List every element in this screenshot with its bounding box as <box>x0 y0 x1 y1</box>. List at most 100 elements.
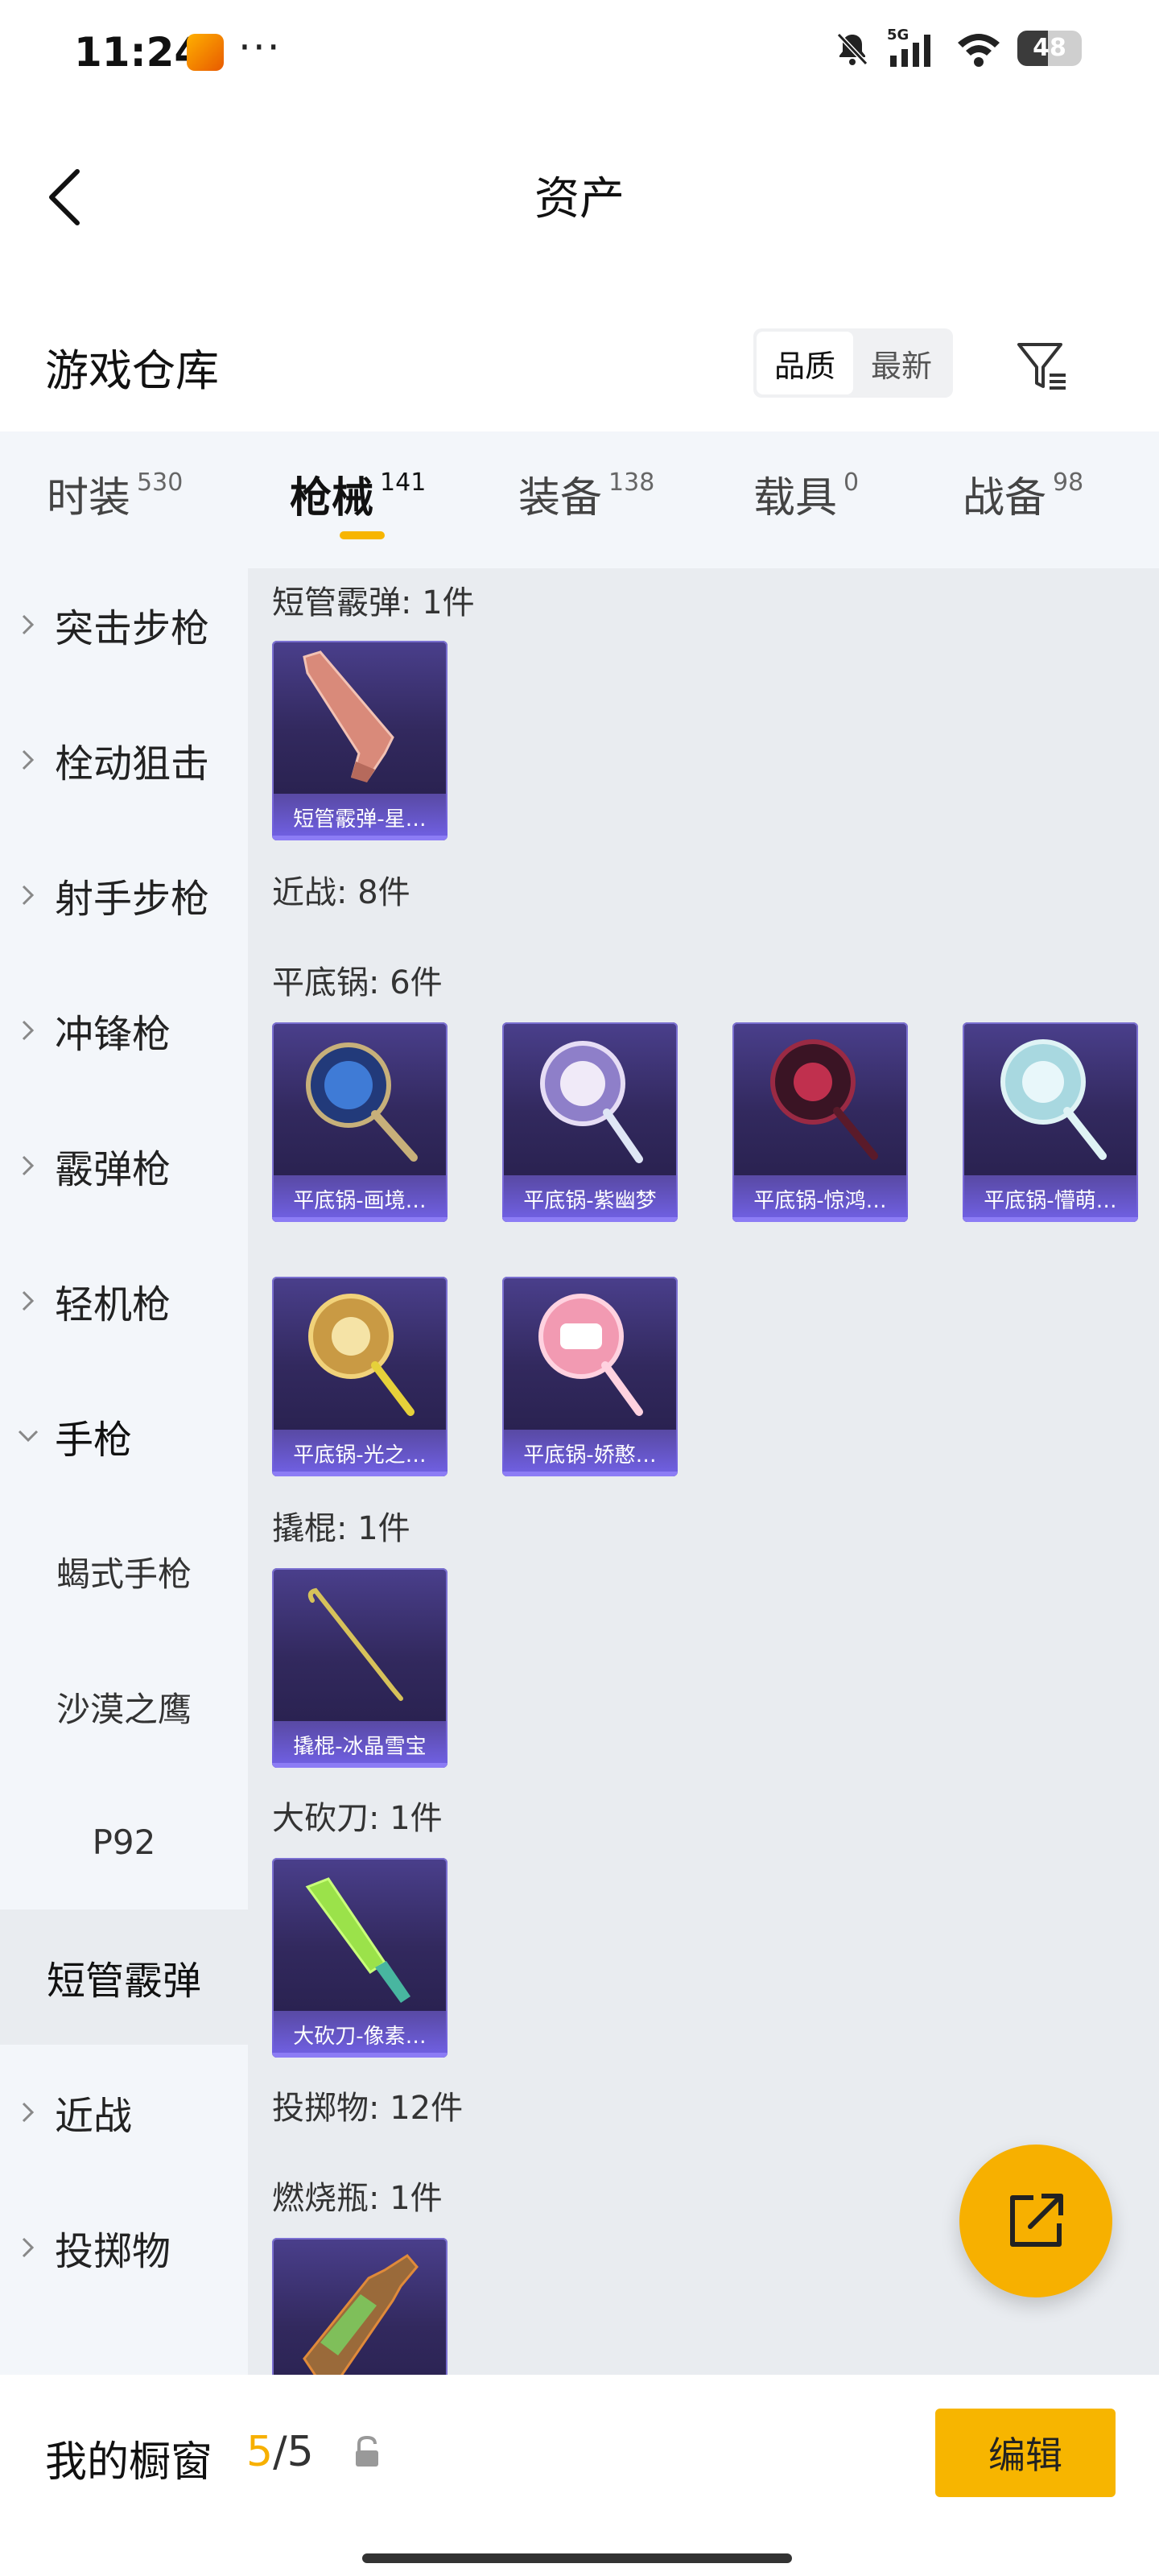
showcase-count: 5/5 <box>246 2428 314 2476</box>
chevron-right-icon <box>0 1018 56 1042</box>
tab-label: 装备 <box>518 474 603 522</box>
showcase-current: 5 <box>246 2428 274 2476</box>
section-label: 撬棍: 1件 <box>272 1510 410 1547</box>
wifi-icon <box>955 29 1003 68</box>
sidebar-item-p92[interactable]: P92 <box>0 1774 248 1909</box>
item-card[interactable]: 平底锅-懵萌… <box>963 1022 1138 1222</box>
tab-equipment[interactable]: 装备 138 <box>518 464 654 524</box>
battery-level: 48 <box>1033 34 1066 62</box>
item-card[interactable]: 撬棍-冰晶雪宝 <box>272 1568 448 1768</box>
tab-combat-gear[interactable]: 战备 98 <box>963 464 1083 524</box>
active-tab-indicator <box>340 531 385 539</box>
sidebar-item-sawed-off[interactable]: 短管霰弹 <box>0 1909 248 2045</box>
sidebar-item-desert-eagle[interactable]: 沙漠之鹰 <box>0 1639 248 1774</box>
tab-label: 战备 <box>963 474 1047 522</box>
item-name: 大砍刀-像素… <box>293 2025 427 2049</box>
weapon-category-sidebar: 突击步枪 栓动狙击 射手步枪 冲锋枪 霰弹枪 轻机枪 手枪 蝎式手枪 沙漠之鹰 … <box>0 568 248 2375</box>
status-time: 11:24 <box>74 29 203 76</box>
frying-pan-icon <box>770 1039 878 1160</box>
sidebar-item-pistol[interactable]: 手枪 <box>0 1368 248 1504</box>
frying-pan-icon <box>1000 1039 1107 1160</box>
sidebar-item-label: 轻机枪 <box>55 1282 171 1327</box>
item-card[interactable]: 大砍刀-像素… <box>272 1858 448 2058</box>
nav-bar: 资产 <box>0 105 1159 274</box>
machete-icon <box>305 1877 410 2003</box>
item-name: 平底锅-懵萌… <box>984 1189 1117 1213</box>
tab-count: 0 <box>843 469 860 497</box>
item-name: 平底锅-紫幽梦 <box>523 1189 657 1213</box>
chevron-right-icon <box>0 1154 56 1178</box>
section-label: 大砍刀: 1件 <box>272 1800 443 1837</box>
item-name: 撬棍-冰晶雪宝 <box>293 1735 427 1759</box>
battery-icon: 48 <box>1017 31 1082 66</box>
more-notifications-icon: ··· <box>238 24 282 71</box>
item-name: 平底锅-光之… <box>293 1443 427 1468</box>
shotgun-icon <box>303 650 394 782</box>
tab-label: 枪械 <box>290 474 374 522</box>
section-label: 短管霰弹: 1件 <box>272 584 475 621</box>
share-button[interactable] <box>959 2145 1112 2297</box>
sidebar-item-shotgun[interactable]: 霰弹枪 <box>0 1098 248 1233</box>
frying-pan-icon <box>538 1294 643 1416</box>
tab-fashion[interactable]: 时装 530 <box>47 464 183 524</box>
sidebar-item-scorpion[interactable]: 蝎式手枪 <box>0 1504 248 1639</box>
sidebar-item-lmg[interactable]: 轻机枪 <box>0 1233 248 1368</box>
showcase-bar: 我的橱窗 5/5 编辑 <box>0 2375 1159 2576</box>
item-card[interactable]: 平底锅-娇憨… <box>502 1277 678 1476</box>
crowbar-icon <box>307 1587 403 1701</box>
filter-button[interactable] <box>1006 330 1079 402</box>
item-card[interactable]: 平底锅-紫幽梦 <box>502 1022 678 1222</box>
warehouse-title: 游戏仓库 <box>45 345 219 396</box>
chevron-right-icon <box>0 883 56 907</box>
chevron-right-icon <box>0 2235 56 2260</box>
edit-button[interactable]: 编辑 <box>935 2409 1116 2497</box>
tab-count: 138 <box>608 469 655 497</box>
sidebar-item-assault-rifle[interactable]: 突击步枪 <box>0 568 248 692</box>
sidebar-item-label: 投掷物 <box>55 2229 171 2274</box>
tab-label: 时装 <box>47 474 131 522</box>
warehouse-header: 游戏仓库 品质 最新 <box>0 306 1159 427</box>
item-card[interactable] <box>272 2238 448 2375</box>
item-card[interactable]: 短管霰弹-星… <box>272 641 448 840</box>
tab-count: 530 <box>137 469 184 497</box>
sidebar-item-bolt-sniper[interactable]: 栓动狙击 <box>0 692 248 828</box>
item-card[interactable]: 平底锅-画境… <box>272 1022 448 1222</box>
sort-option-newest[interactable]: 最新 <box>853 332 950 394</box>
sidebar-item-marksman-rifle[interactable]: 射手步枪 <box>0 828 248 963</box>
section-label: 燃烧瓶: 1件 <box>272 2180 443 2217</box>
sort-toggle: 品质 最新 <box>753 328 953 398</box>
tab-vehicles[interactable]: 载具 0 <box>753 464 859 524</box>
item-card[interactable]: 平底锅-光之… <box>272 1277 448 1476</box>
sort-option-quality[interactable]: 品质 <box>757 332 853 394</box>
share-icon <box>1010 2194 1063 2247</box>
sidebar-item-smg[interactable]: 冲锋枪 <box>0 963 248 1098</box>
app-notification-icon <box>187 34 224 71</box>
item-card[interactable]: 平底锅-惊鸿… <box>732 1022 908 1222</box>
item-name: 短管霰弹-星… <box>293 807 427 832</box>
item-name: 平底锅-娇憨… <box>523 1443 657 1468</box>
status-bar: 11:24 ··· 5G 48 <box>0 0 1159 105</box>
item-name: 平底锅-画境… <box>293 1189 427 1213</box>
home-indicator <box>362 2553 792 2563</box>
chevron-down-icon <box>0 1427 56 1445</box>
sidebar-item-label: 射手步枪 <box>55 877 210 922</box>
chevron-right-icon <box>0 1289 56 1313</box>
sidebar-item-melee[interactable]: 近战 <box>0 2045 248 2180</box>
tab-firearms[interactable]: 枪械 141 <box>290 464 426 524</box>
sidebar-item-throwables[interactable]: 投掷物 <box>0 2180 248 2315</box>
page-title: 资产 <box>534 173 625 225</box>
category-tabs: 时装 530 枪械 141 装备 138 载具 0 战备 98 <box>0 431 1159 568</box>
frying-pan-icon <box>308 1294 415 1416</box>
showcase-label: 我的橱窗 <box>45 2438 213 2487</box>
filter-icon <box>1017 343 1066 390</box>
chevron-right-icon <box>0 748 56 772</box>
sidebar-item-label: 手枪 <box>55 1418 133 1463</box>
svg-text:5G: 5G <box>887 28 909 43</box>
mute-icon <box>832 29 872 68</box>
status-icons: 5G 48 <box>832 28 1082 68</box>
sidebar-item-label: 近战 <box>55 2094 133 2139</box>
section-label: 平底锅: 6件 <box>272 964 443 1001</box>
item-list: 短管霰弹: 1件 短管霰弹-星… 近战: 8件 平底锅: 6件 平底锅-画境… … <box>248 568 1159 2375</box>
sidebar-item-label: 霰弹枪 <box>55 1147 171 1192</box>
sidebar-item-label: 突击步枪 <box>55 606 210 651</box>
